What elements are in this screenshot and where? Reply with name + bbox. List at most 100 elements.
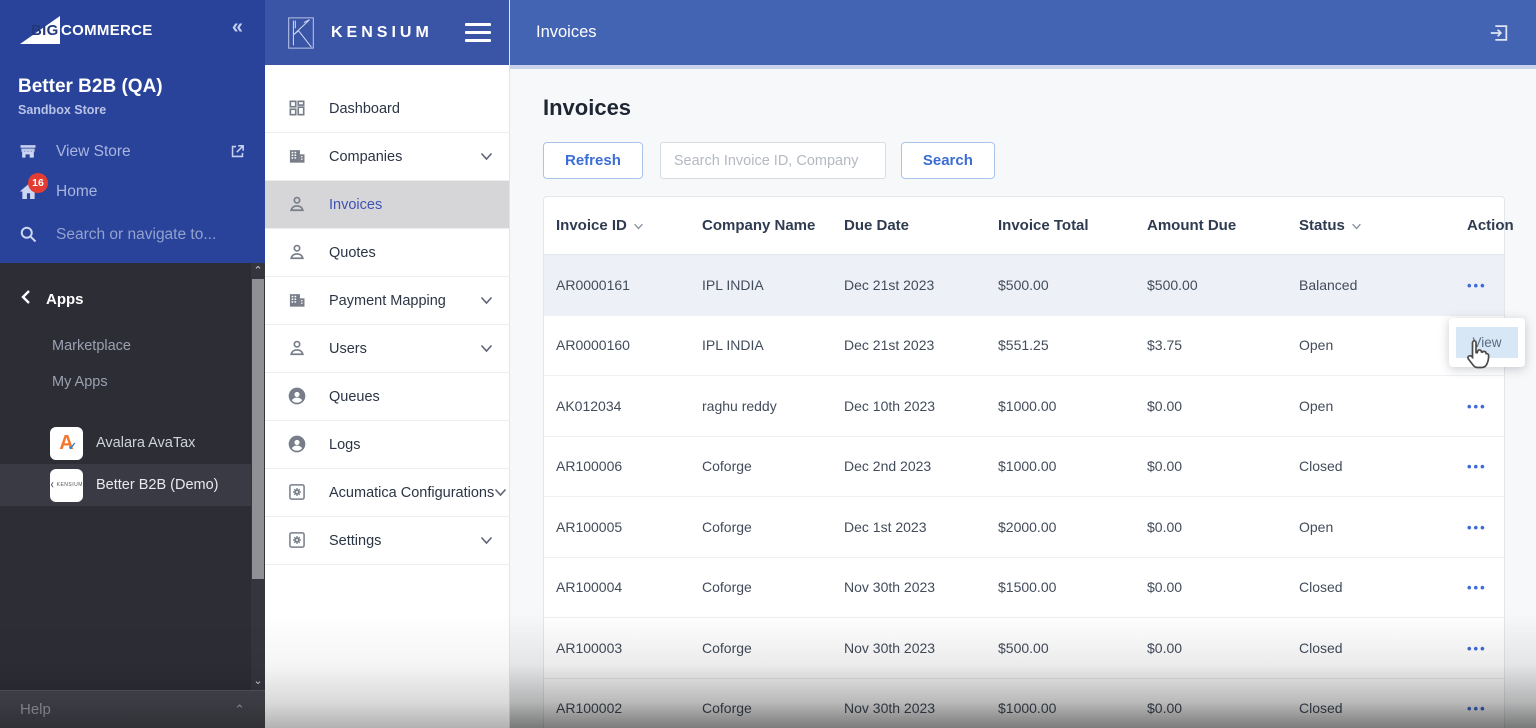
row-actions-button[interactable]: •••	[1467, 641, 1487, 656]
sidebar-item-queues[interactable]: Queues	[265, 373, 509, 421]
sidebar-item-dashboard[interactable]: Dashboard	[265, 85, 509, 133]
column-header-company-name: Company Name	[702, 217, 816, 234]
cell-status: Closed	[1299, 458, 1343, 475]
apps-back-header[interactable]: Apps	[0, 263, 265, 310]
menu-item-view[interactable]: View	[1456, 327, 1518, 358]
scroll-down-icon[interactable]: ⌄	[251, 674, 265, 687]
bigcommerce-logo: BIG COMMERCE	[18, 13, 188, 47]
table-row[interactable]: AR0000160 IPL INDIA Dec 21st 2023 $551.25 $3…	[544, 316, 1504, 376]
help-label: Help	[20, 701, 51, 718]
kensium-sidebar: KENSIUM Dashboard Companies Invoices Quo…	[265, 0, 510, 728]
sidebar-item-my-apps[interactable]: My Apps	[0, 364, 265, 400]
cell-due-date: Dec 2nd 2023	[844, 458, 932, 475]
cell-amount-due: $0.00	[1147, 518, 1183, 535]
sidebar-item-companies[interactable]: Companies	[265, 133, 509, 181]
cell-due-date: Nov 30th 2023	[844, 639, 936, 656]
external-link-icon[interactable]	[229, 143, 247, 161]
sidebar-item-settings[interactable]: Settings	[265, 517, 509, 565]
cell-invoice-total: $551.25	[998, 337, 1049, 354]
cell-invoice-id: AR100003	[556, 639, 623, 656]
bigcommerce-logo-big: BIG	[31, 22, 59, 39]
apps-header-label: Apps	[46, 291, 84, 308]
apps-scrollbar[interactable]: ⌃ ⌄	[251, 263, 265, 690]
cell-amount-due: $0.00	[1147, 458, 1183, 475]
column-header-due-date: Due Date	[844, 217, 910, 234]
sidebar-item-invoices[interactable]: Invoices	[265, 181, 509, 229]
sidebar-item-logs[interactable]: Logs	[265, 421, 509, 469]
sidebar-item-users[interactable]: Users	[265, 325, 509, 373]
cell-amount-due: $0.00	[1147, 579, 1183, 596]
sidebar-item-quotes[interactable]: Quotes	[265, 229, 509, 277]
help-bar[interactable]: Help ⌃	[0, 690, 265, 728]
kensium-logo-icon	[283, 15, 319, 51]
scroll-up-icon[interactable]: ⌃	[251, 264, 265, 277]
cell-status: Closed	[1299, 579, 1343, 596]
row-actions-button[interactable]: •••	[1467, 520, 1487, 535]
invoice-search-input[interactable]	[659, 142, 886, 179]
store-name: Better B2B (QA)	[18, 76, 163, 97]
column-header-amount-due: Amount Due	[1147, 217, 1237, 234]
home-icon: 16	[18, 173, 48, 203]
cell-company: IPL INDIA	[702, 337, 764, 354]
table-row[interactable]: AR100002 Coforge Nov 30th 2023 $1000.00 $0.0…	[544, 679, 1504, 728]
chevron-down-icon	[480, 340, 493, 358]
chevron-down-icon	[480, 148, 493, 166]
cell-invoice-total: $1000.00	[998, 700, 1057, 717]
search-button[interactable]: Search	[900, 142, 995, 179]
apps-panel: Apps Marketplace My Apps A ✓ Avalara AvaT…	[0, 263, 265, 690]
app-item-avalara[interactable]: A ✓ Avalara AvaTax	[0, 422, 265, 464]
store-type: Sandbox Store	[18, 103, 107, 117]
cell-amount-due: $3.75	[1147, 337, 1183, 354]
bigcommerce-sidebar: BIG COMMERCE « Better B2B (QA) Sandbox S…	[0, 0, 265, 728]
cell-company: Coforge	[702, 458, 752, 475]
cell-company: IPL INDIA	[702, 276, 764, 293]
invoices-table: Invoice ID Company Name Due Date Invoice To…	[543, 196, 1514, 728]
avalara-app-icon: A ✓	[50, 426, 83, 460]
table-row[interactable]: AK012034 raghu reddy Dec 10th 2023 $1000.00…	[544, 376, 1504, 437]
search-icon	[18, 224, 40, 246]
home-link[interactable]: 16 Home	[0, 171, 265, 213]
chevron-down-icon	[494, 484, 507, 502]
row-actions-button[interactable]: •••	[1467, 278, 1487, 293]
table-row[interactable]: AR0000161 IPL INDIA Dec 21st 2023 $500.00 $5…	[544, 255, 1504, 316]
cell-due-date: Nov 30th 2023	[844, 700, 936, 717]
sidebar-item-acumatica-configurations[interactable]: Acumatica Configurations	[265, 469, 509, 517]
global-search[interactable]	[0, 213, 265, 257]
cell-invoice-id: AR100006	[556, 458, 623, 475]
table-row[interactable]: AR100006 Coforge Dec 2nd 2023 $1000.00 $0.00…	[544, 437, 1504, 497]
chevron-down-icon	[480, 292, 493, 310]
cell-invoice-id: AK012034	[556, 397, 622, 414]
column-header-status[interactable]: Status	[1287, 217, 1455, 234]
cell-invoice-id: AR0000161	[556, 276, 630, 293]
table-row[interactable]: AR100003 Coforge Nov 30th 2023 $500.00 $0.00…	[544, 618, 1504, 679]
table-row[interactable]: AR100004 Coforge Nov 30th 2023 $1500.00 $0.0…	[544, 558, 1504, 618]
cell-invoice-total: $1000.00	[998, 458, 1057, 475]
gear-square-icon	[287, 530, 309, 552]
cell-amount-due: $500.00	[1147, 276, 1198, 293]
hamburger-menu-icon[interactable]	[465, 18, 491, 47]
row-actions-button[interactable]: •••	[1467, 399, 1487, 414]
row-actions-button[interactable]: •••	[1467, 701, 1487, 716]
collapse-sidebar-icon[interactable]: «	[232, 16, 243, 39]
sidebar-item-payment-mapping[interactable]: Payment Mapping	[265, 277, 509, 325]
cell-invoice-total: $2000.00	[998, 518, 1057, 535]
app-item-better-b2b[interactable]: ❮ KENSIUM Better B2B (Demo)	[0, 464, 265, 506]
row-actions-button[interactable]: •••	[1467, 459, 1487, 474]
kensium-brand: KENSIUM	[331, 23, 433, 41]
row-actions-menu: View	[1449, 318, 1525, 367]
column-header-invoice-id[interactable]: Invoice ID	[544, 217, 690, 234]
person-icon	[287, 338, 309, 360]
exit-app-icon[interactable]	[1488, 22, 1510, 44]
building-icon	[287, 290, 309, 312]
table-row[interactable]: AR100005 Coforge Dec 1st 2023 $2000.00 $0.00…	[544, 497, 1504, 558]
row-actions-button[interactable]: •••	[1467, 580, 1487, 595]
cell-invoice-id: AR100004	[556, 579, 623, 596]
cell-status: Open	[1299, 397, 1334, 414]
view-store-link[interactable]: View Store	[0, 133, 265, 171]
scrollbar-thumb[interactable]	[252, 279, 264, 579]
global-search-input[interactable]	[56, 226, 226, 244]
refresh-button[interactable]: Refresh	[543, 142, 643, 179]
sidebar-item-marketplace[interactable]: Marketplace	[0, 328, 265, 364]
cell-company: Coforge	[702, 518, 752, 535]
cell-status: Open	[1299, 337, 1334, 354]
